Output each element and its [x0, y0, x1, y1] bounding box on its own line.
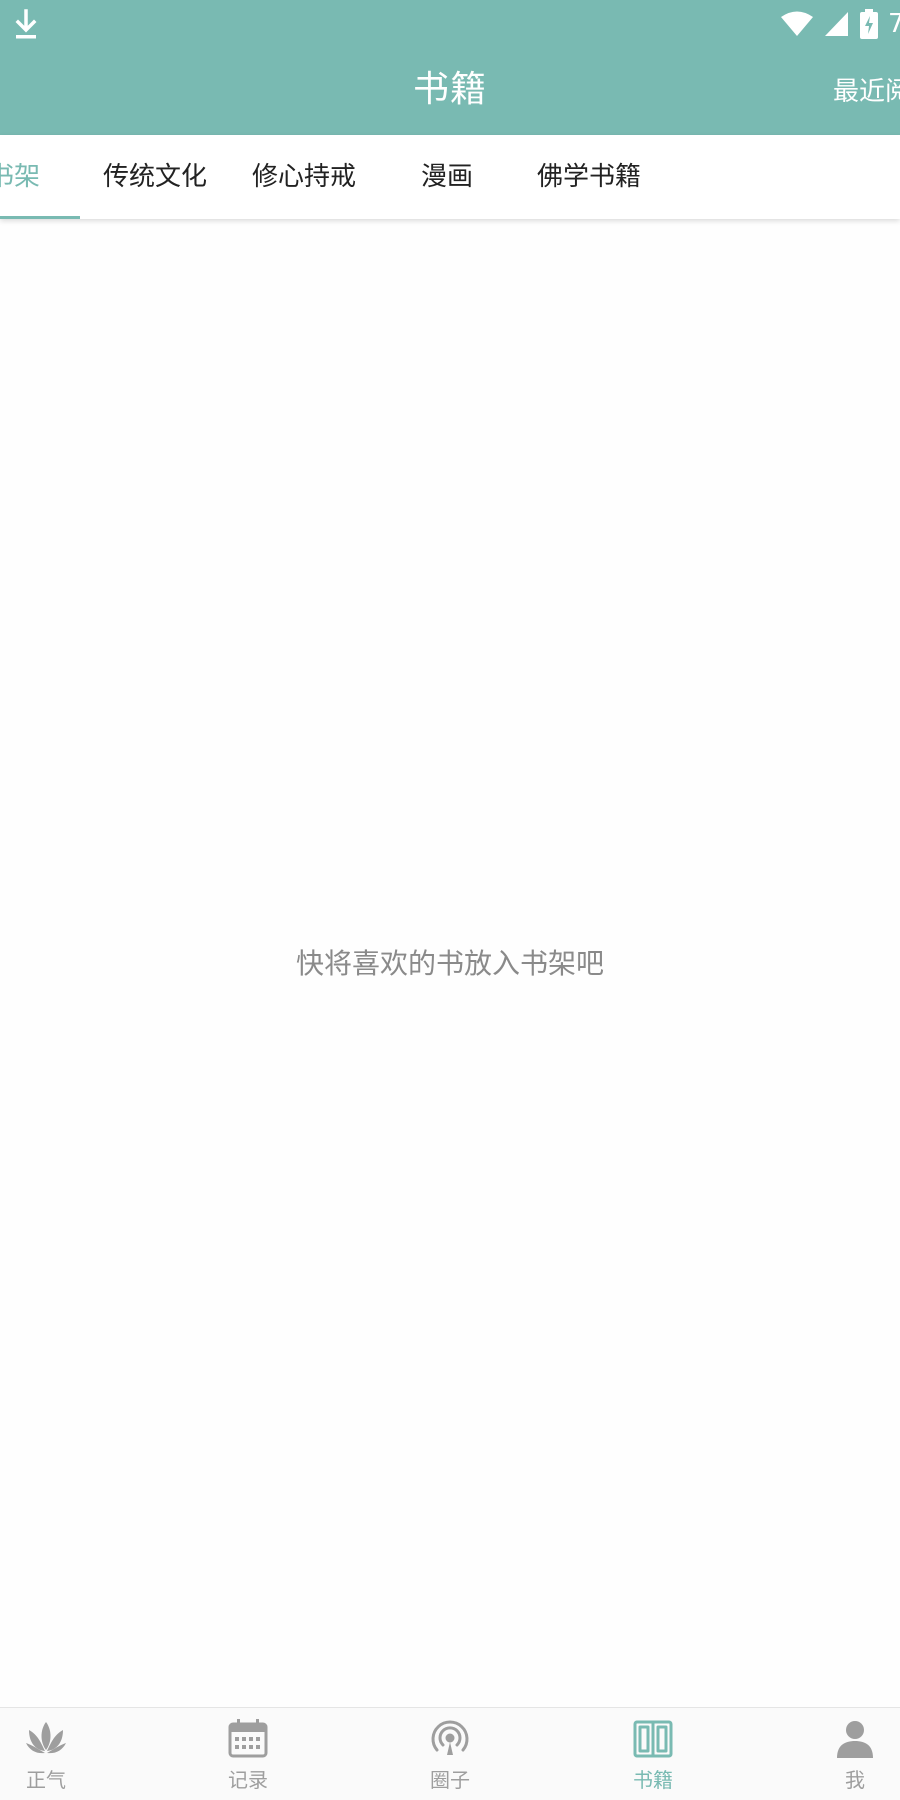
nav-item-me[interactable]: 我 — [795, 1708, 900, 1800]
page-title: 书籍 — [412, 69, 487, 110]
broadcast-icon — [431, 1720, 469, 1755]
tab-buddhist-books[interactable]: 佛学书籍 — [537, 135, 641, 219]
bottom-nav: 正气 记录 圈子 书籍 我 — [0, 1707, 900, 1800]
user-icon — [837, 1721, 873, 1758]
active-tab-indicator — [0, 216, 80, 219]
nav-item-circle[interactable]: 圈子 — [390, 1708, 510, 1800]
download-icon — [15, 9, 37, 39]
category-tabs: 书架 传统文化 修心持戒 漫画 佛学书籍 — [0, 135, 900, 219]
cellular-signal-icon — [825, 12, 848, 36]
nav-label: 记录 — [228, 1768, 268, 1792]
nav-item-books[interactable]: 书籍 — [593, 1708, 713, 1800]
nav-item-zhengqi[interactable]: 正气 — [0, 1708, 106, 1800]
tab-comics[interactable]: 漫画 — [421, 135, 473, 219]
battery-charging-icon — [860, 9, 878, 39]
status-time: 7 — [888, 9, 900, 39]
nav-label: 我 — [845, 1768, 865, 1792]
nav-item-records[interactable]: 记录 — [188, 1708, 308, 1800]
nav-label: 书籍 — [633, 1768, 673, 1792]
top-bar: 7 书籍 最近阅 — [0, 0, 900, 135]
status-icons: 7 — [780, 8, 900, 40]
nav-label: 圈子 — [430, 1768, 470, 1792]
book-icon — [633, 1720, 673, 1758]
tab-mind-precepts[interactable]: 修心持戒 — [252, 135, 356, 219]
tab-bookshelf[interactable]: 书架 — [0, 135, 40, 219]
nav-label: 正气 — [26, 1768, 66, 1792]
books-screen: 7 书籍 最近阅 书架 传统文化 修心持戒 漫画 佛学书籍 快将喜欢的书放入书架… — [0, 0, 900, 1800]
status-bar: 7 — [0, 0, 900, 50]
recent-reading-button[interactable]: 最近阅 — [833, 72, 900, 112]
wifi-icon — [781, 11, 813, 36]
empty-bookshelf-message: 快将喜欢的书放入书架吧 — [295, 947, 604, 980]
calendar-icon — [228, 1719, 268, 1758]
lotus-icon — [26, 1722, 66, 1754]
tab-traditional-culture[interactable]: 传统文化 — [103, 135, 207, 219]
